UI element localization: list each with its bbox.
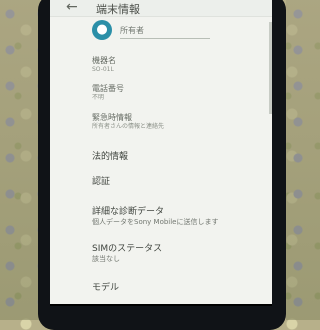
- model-label: モデル: [92, 283, 120, 293]
- emergency-info-label: 緊急時情報: [92, 113, 132, 122]
- phone-screen: ← 端末情報 ● 所有者 機器名 SO-01L 電話番号 不明 緊急時情報 所有…: [50, 0, 272, 306]
- back-arrow-icon[interactable]: ←: [66, 0, 78, 14]
- diagnostics-value: 個人データをSony Mobileに送信します: [92, 218, 219, 226]
- owner-card[interactable]: ● 所有者: [92, 20, 264, 42]
- phone-number-value: 不明: [92, 94, 105, 101]
- phone-number-label: 電話番号: [92, 84, 124, 93]
- top-app-bar: ← 端末情報: [50, 0, 272, 17]
- avatar-icon: ●: [92, 20, 112, 40]
- fabric-left: [0, 0, 40, 320]
- page-title: 端末情報: [96, 3, 140, 16]
- sim-status-value: 該当なし: [92, 255, 120, 263]
- legal-info-item[interactable]: 法的情報: [92, 151, 268, 163]
- certification-label: 認証: [92, 177, 111, 187]
- model-item[interactable]: モデル: [92, 282, 268, 294]
- legal-info-label: 法的情報: [92, 152, 129, 162]
- device-name-label: 機器名: [92, 56, 116, 65]
- scrollbar[interactable]: [269, 22, 272, 114]
- emergency-info-item[interactable]: 緊急時情報 所有者さんの情報と連絡先: [92, 113, 268, 131]
- diagnostics-item[interactable]: 詳細な診断データ 個人データをSony Mobileに送信します: [92, 206, 268, 227]
- owner-label: 所有者: [120, 24, 210, 39]
- navigation-bar: ◀ ■: [50, 304, 272, 306]
- sim-status-item[interactable]: SIMのステータス 該当なし: [92, 243, 268, 264]
- fabric-right: [286, 0, 320, 320]
- device-name-item[interactable]: 機器名 SO-01L: [92, 56, 268, 74]
- phone-number-item[interactable]: 電話番号 不明: [92, 84, 268, 102]
- sim-status-label: SIMのステータス: [92, 244, 163, 254]
- emergency-info-value: 所有者さんの情報と連絡先: [92, 123, 165, 130]
- diagnostics-label: 詳細な診断データ: [92, 207, 165, 217]
- certification-item[interactable]: 認証: [92, 176, 268, 188]
- device-name-value: SO-01L: [92, 66, 114, 73]
